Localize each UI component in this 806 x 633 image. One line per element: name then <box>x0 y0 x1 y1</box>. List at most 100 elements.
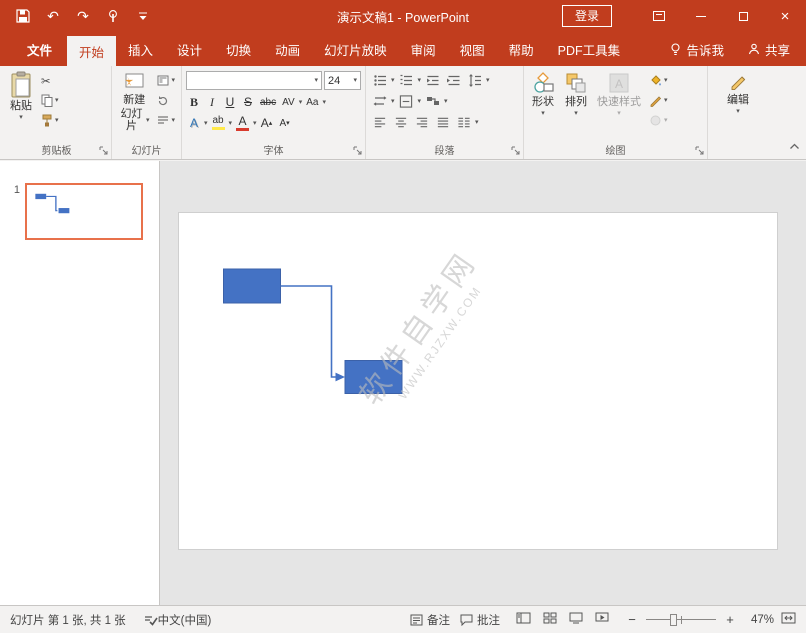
spell-check-icon[interactable] <box>144 613 158 626</box>
tab-review[interactable]: 审阅 <box>399 32 448 66</box>
new-slide-button[interactable]: 新建 幻灯片 <box>116 69 152 142</box>
underline-button[interactable]: U <box>222 93 238 111</box>
maximize-button[interactable] <box>722 0 764 32</box>
tab-animations[interactable]: 动画 <box>263 32 312 66</box>
language-indicator[interactable]: 中文(中国) <box>158 612 212 628</box>
tab-transitions[interactable]: 切换 <box>214 32 263 66</box>
shrink-font-button[interactable]: A▾ <box>277 114 293 132</box>
shapes-button[interactable]: 形状 <box>528 69 558 142</box>
columns-button[interactable] <box>454 113 473 131</box>
shape-outline-button[interactable] <box>647 91 670 110</box>
font-color-button[interactable]: A <box>234 114 251 132</box>
tell-me-button[interactable]: 告诉我 <box>658 32 736 66</box>
tab-home[interactable]: 开始 <box>67 36 116 66</box>
increase-indent-button[interactable] <box>444 71 463 89</box>
slide-1[interactable]: 软件自学网 WWW.RJZXW.COM <box>178 212 778 550</box>
login-button[interactable]: 登录 <box>562 5 612 27</box>
decrease-indent-button[interactable] <box>423 71 442 89</box>
share-button[interactable]: 共享 <box>736 32 806 66</box>
slide-layout-button[interactable] <box>155 71 177 90</box>
align-center-button[interactable] <box>391 113 410 131</box>
zoom-slider-thumb[interactable] <box>670 614 677 626</box>
save-icon[interactable] <box>10 4 36 28</box>
shape-effects-button[interactable] <box>647 111 670 130</box>
touch-mode-icon[interactable] <box>100 4 126 28</box>
bullets-button[interactable] <box>370 71 389 89</box>
zoom-out-button[interactable]: − <box>625 612 639 627</box>
slide-counter[interactable]: 幻灯片 第 1 张, 共 1 张 <box>10 612 126 628</box>
line-spacing-button[interactable] <box>465 71 484 89</box>
ribbon-display-options-icon[interactable] <box>638 0 680 32</box>
shape-fill-button[interactable] <box>647 71 670 90</box>
section-button[interactable] <box>155 111 177 130</box>
font-name-combobox[interactable] <box>186 71 322 90</box>
text-highlight-button[interactable]: ab <box>210 114 227 132</box>
bold-button[interactable]: B <box>186 93 202 111</box>
change-case-button[interactable]: Aa <box>304 93 320 111</box>
minimize-button[interactable] <box>680 0 722 32</box>
tab-insert[interactable]: 插入 <box>116 32 165 66</box>
tab-help[interactable]: 帮助 <box>497 32 546 66</box>
slideshow-view-button[interactable] <box>595 612 609 627</box>
align-text-button[interactable] <box>397 92 416 110</box>
normal-view-button[interactable] <box>516 612 531 627</box>
redo-icon[interactable]: ↷ <box>70 4 96 28</box>
tab-pdf-tools[interactable]: PDF工具集 <box>546 32 633 66</box>
clear-formatting-button[interactable]: abc <box>258 93 278 111</box>
reset-slide-button[interactable] <box>155 91 177 110</box>
editing-canvas[interactable]: 软件自学网 WWW.RJZXW.COM <box>160 161 806 605</box>
paste-dropdown-caret[interactable] <box>19 114 23 121</box>
zoom-slider[interactable] <box>646 613 716 627</box>
tab-file[interactable]: 文件 <box>12 32 67 66</box>
reading-view-button[interactable] <box>569 612 583 627</box>
slide-thumbnail-1[interactable] <box>25 183 143 240</box>
justify-button[interactable] <box>433 113 452 131</box>
fit-slide-to-window-button[interactable] <box>781 612 796 627</box>
arrange-button[interactable]: 排列 <box>561 69 591 142</box>
numbering-button[interactable] <box>397 71 416 89</box>
tab-view[interactable]: 视图 <box>448 32 497 66</box>
strikethrough-button[interactable]: S <box>240 93 256 111</box>
clipboard-icon <box>9 71 33 99</box>
tab-design[interactable]: 设计 <box>165 32 214 66</box>
slide-elbow-connector[interactable] <box>281 286 337 377</box>
person-icon <box>748 43 760 55</box>
tab-slideshow[interactable]: 幻灯片放映 <box>312 32 399 66</box>
cut-button[interactable]: ✂ <box>39 71 61 90</box>
align-right-button[interactable] <box>412 113 431 131</box>
slide-sorter-view-button[interactable] <box>543 612 557 627</box>
convert-smartart-button[interactable] <box>423 92 442 110</box>
align-left-button[interactable] <box>370 113 389 131</box>
comments-icon <box>460 614 473 626</box>
layout-icon <box>157 75 169 86</box>
font-size-combobox[interactable]: 24 <box>324 71 361 90</box>
slide-shape-rectangle-1[interactable] <box>224 269 281 303</box>
undo-icon[interactable]: ↶ <box>40 4 66 28</box>
grow-font-button[interactable]: A▴ <box>259 114 275 132</box>
editing-button[interactable]: 编辑 <box>724 69 752 142</box>
svg-text:A: A <box>615 77 623 91</box>
customize-quick-access-icon[interactable] <box>130 4 156 28</box>
zoom-level[interactable]: 47% <box>744 614 774 626</box>
close-button[interactable]: × <box>764 0 806 32</box>
slide-shape-rectangle-2[interactable] <box>345 361 402 394</box>
character-spacing-button[interactable]: AV <box>280 93 297 111</box>
quick-styles-button[interactable]: A 快速样式 <box>594 69 644 142</box>
zoom-in-button[interactable]: + <box>723 612 737 627</box>
clipboard-dialog-launcher[interactable] <box>98 145 109 156</box>
notes-button[interactable]: 备注 <box>410 612 450 628</box>
edit-icon <box>728 71 748 93</box>
text-effects-button[interactable]: A <box>186 114 202 132</box>
collapse-ribbon-button[interactable] <box>789 137 800 155</box>
comments-button[interactable]: 批注 <box>460 612 500 628</box>
copy-button[interactable] <box>39 91 61 110</box>
italic-button[interactable]: I <box>204 93 220 111</box>
drawing-dialog-launcher[interactable] <box>694 145 705 156</box>
text-direction-button[interactable] <box>370 92 389 110</box>
paste-button[interactable]: 粘贴 <box>6 69 36 142</box>
section-icon <box>157 115 169 126</box>
paragraph-dialog-launcher[interactable] <box>510 145 521 156</box>
format-painter-button[interactable] <box>39 111 61 130</box>
font-dialog-launcher[interactable] <box>352 145 363 156</box>
view-switcher <box>516 612 609 627</box>
